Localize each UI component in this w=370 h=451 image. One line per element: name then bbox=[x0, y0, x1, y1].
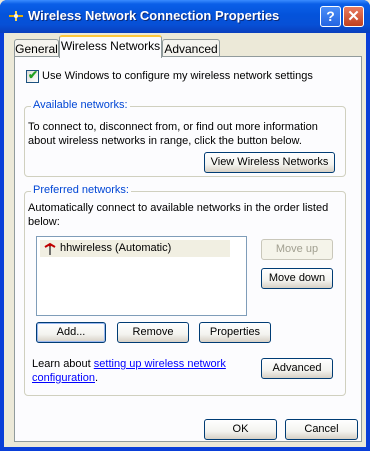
network-connection-icon bbox=[9, 11, 23, 21]
network-name: hhwireless (Automatic) bbox=[60, 242, 172, 254]
list-item[interactable]: hhwireless (Automatic) bbox=[40, 240, 230, 257]
move-up-button[interactable]: Move up bbox=[261, 239, 333, 260]
available-description-line1: To connect to, disconnect from, or find … bbox=[28, 121, 318, 133]
preferred-networks-title: Preferred networks: bbox=[31, 184, 131, 196]
available-networks-group: Available networks: To connect to, disco… bbox=[24, 99, 346, 177]
window-title: Wireless Network Connection Properties bbox=[28, 8, 280, 23]
properties-button[interactable]: Properties bbox=[199, 322, 271, 343]
use-windows-label: Use Windows to configure my wireless net… bbox=[42, 70, 313, 82]
learn-suffix: . bbox=[95, 372, 99, 384]
remove-button[interactable]: Remove bbox=[117, 322, 189, 343]
checkmark-icon: ✔ bbox=[28, 68, 39, 82]
ok-button[interactable]: OK bbox=[204, 419, 277, 440]
wireless-networks-panel: ✔ Use Windows to configure my wireless n… bbox=[14, 56, 362, 442]
preferred-description-line2: below: bbox=[28, 216, 60, 228]
help-button[interactable]: ? bbox=[320, 6, 341, 27]
learn-about-text-line2: configuration. bbox=[32, 371, 98, 385]
preferred-networks-list[interactable]: hhwireless (Automatic) bbox=[36, 236, 247, 316]
learn-prefix: Learn about bbox=[32, 358, 94, 370]
add-button[interactable]: Add... bbox=[36, 322, 106, 343]
setup-link-line2[interactable]: configuration bbox=[32, 372, 95, 384]
cancel-button[interactable]: Cancel bbox=[285, 419, 358, 440]
available-description-line2: about wireless networks in range, click … bbox=[28, 135, 302, 147]
setup-link-line1[interactable]: setting up wireless network bbox=[94, 358, 226, 370]
wireless-network-icon bbox=[44, 242, 56, 255]
move-down-button[interactable]: Move down bbox=[261, 268, 333, 289]
learn-about-text: Learn about setting up wireless network bbox=[32, 357, 226, 371]
preferred-description-line1: Automatically connect to available netwo… bbox=[28, 202, 329, 214]
tab-wireless-networks[interactable]: Wireless Networks bbox=[59, 35, 162, 58]
preferred-networks-group: Preferred networks: Automatically connec… bbox=[24, 184, 346, 396]
dialog-body: General Wireless Networks Advanced ✔ Use… bbox=[4, 33, 366, 447]
view-wireless-networks-button[interactable]: View Wireless Networks bbox=[204, 152, 335, 173]
title-bar[interactable]: Wireless Network Connection Properties ?… bbox=[0, 0, 370, 33]
close-button[interactable]: ✕ bbox=[343, 6, 364, 27]
use-windows-checkbox[interactable]: ✔ bbox=[26, 68, 39, 83]
properties-window: Wireless Network Connection Properties ?… bbox=[0, 0, 370, 451]
advanced-button[interactable]: Advanced bbox=[261, 358, 333, 379]
available-networks-title: Available networks: bbox=[31, 99, 130, 111]
